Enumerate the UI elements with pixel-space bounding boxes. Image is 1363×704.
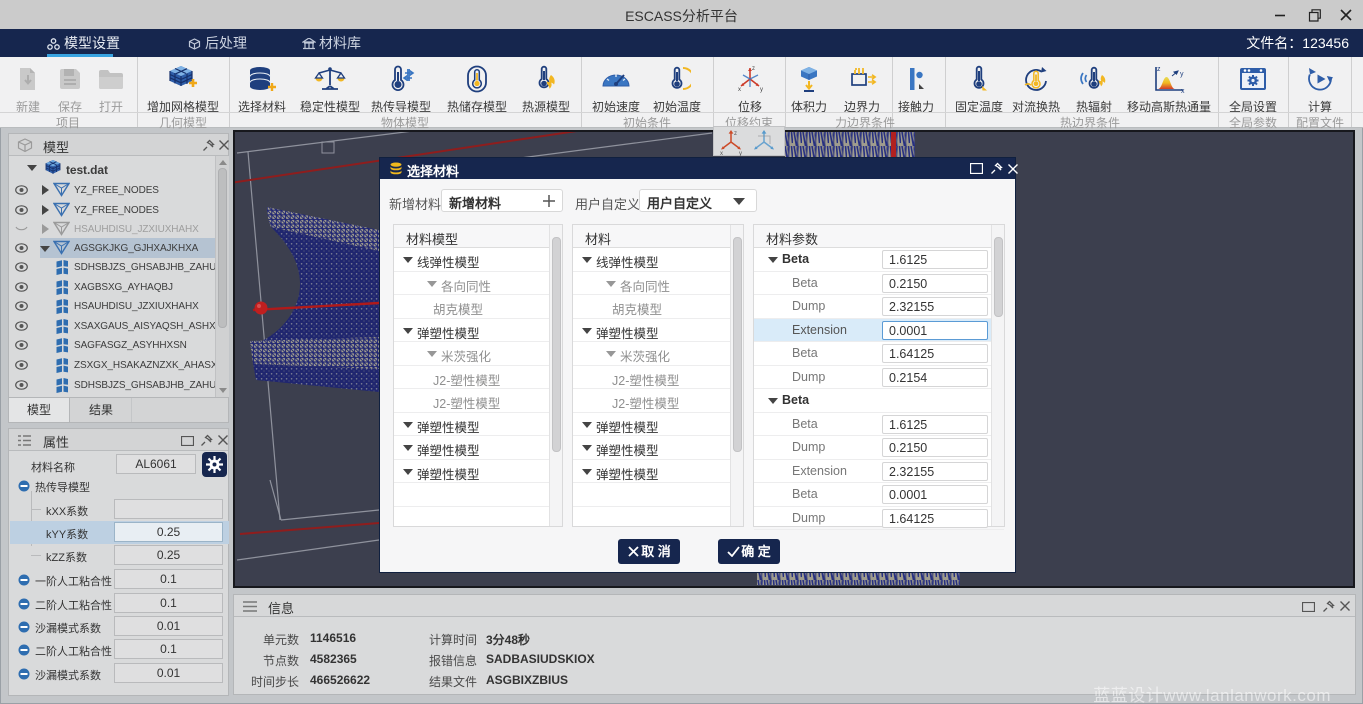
svg-text:x: x [738, 87, 741, 93]
svg-text:y: y [760, 87, 763, 93]
svg-text:z: z [734, 131, 737, 137]
svg-text:y: y [739, 151, 742, 156]
svg-text:x: x [720, 151, 723, 156]
svg-text:y: y [1180, 71, 1184, 78]
svg-text:z: z [1157, 66, 1161, 73]
svg-text:z: z [752, 66, 755, 72]
svg-text:x: x [1181, 88, 1185, 94]
